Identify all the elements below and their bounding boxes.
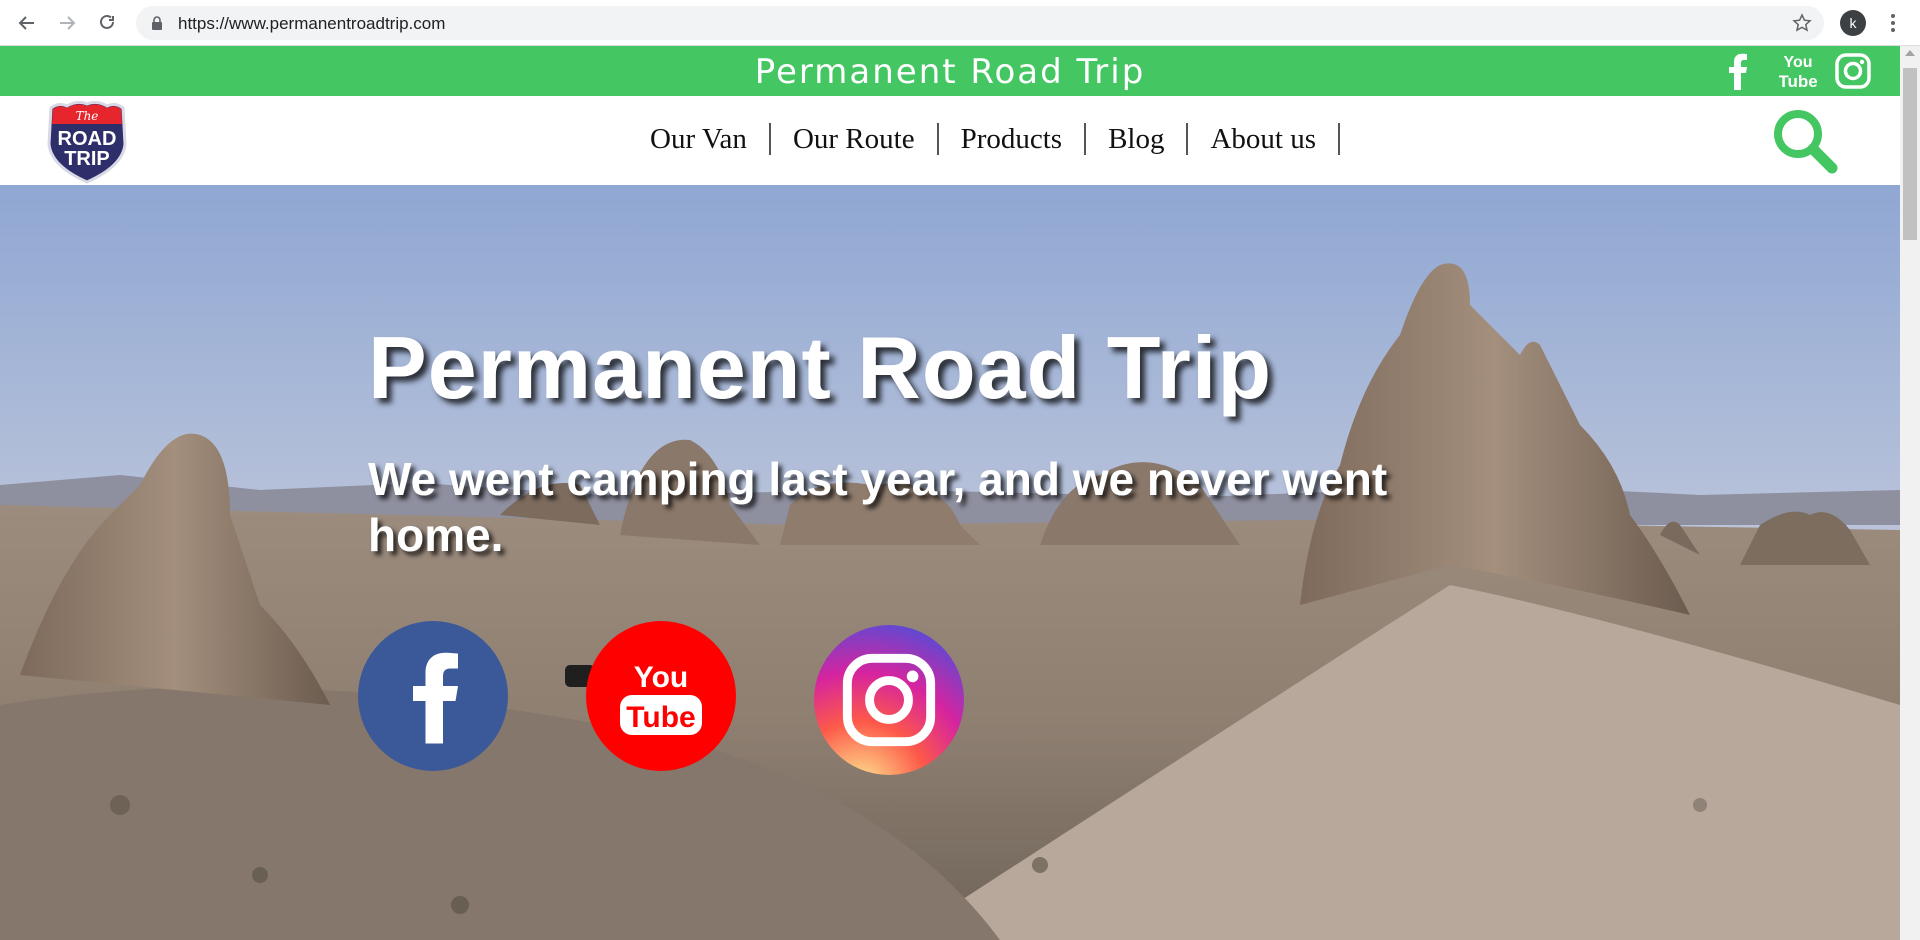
topbar-title: Permanent Road Trip [754,52,1146,92]
main-nav: Our Van Our Route Products Blog About us [628,118,1341,160]
instagram-icon[interactable] [814,625,964,775]
logo-top-text: The [76,109,99,123]
scroll-up-arrow-icon[interactable] [1905,50,1915,56]
hero-section: Permanent Road Trip We went camping last… [0,185,1900,940]
forward-icon[interactable] [54,10,80,36]
address-bar[interactable]: https://www.permanentroadtrip.com [136,6,1824,40]
svg-text:Tube: Tube [1779,72,1817,91]
site-header: The ROAD TRIP Our Van Our Route Products… [0,96,1900,185]
browser-menu-icon[interactable] [1886,11,1900,35]
page-scrollbar[interactable] [1900,46,1920,940]
svg-text:You: You [1783,54,1812,71]
youtube-tube-text: Tube [626,701,695,734]
back-icon[interactable] [14,10,40,36]
bookmark-star-icon[interactable] [1792,13,1812,33]
nav-our-route[interactable]: Our Route [771,123,939,155]
youtube-icon[interactable]: You Tube [1778,52,1818,91]
road-trip-logo[interactable]: The ROAD TRIP [45,100,129,184]
nav-blog[interactable]: Blog [1086,123,1189,155]
hero-title: Permanent Road Trip [368,318,1273,417]
nav-about-us[interactable]: About us [1188,123,1341,155]
url-text[interactable]: https://www.permanentroadtrip.com [178,14,445,34]
search-icon[interactable] [1770,106,1840,176]
nav-products[interactable]: Products [939,123,1087,155]
profile-avatar[interactable]: k [1840,10,1866,36]
hero-tagline: We went camping last year, and we never … [368,453,1388,561]
logo-line1: ROAD [58,128,117,150]
facebook-icon[interactable] [1722,52,1752,90]
browser-toolbar: https://www.permanentroadtrip.com k [0,0,1920,46]
page-viewport: Permanent Road Trip You Tube The ROAD TR… [0,46,1900,940]
lock-icon [152,16,162,30]
youtube-icon[interactable]: You Tube [586,621,736,771]
top-bar: Permanent Road Trip You Tube [0,46,1900,96]
logo-line2: TRIP [64,148,110,170]
youtube-you-text: You [634,661,688,694]
facebook-icon[interactable] [358,621,508,771]
instagram-icon[interactable] [1834,52,1872,90]
reload-icon[interactable] [94,10,120,36]
nav-our-van[interactable]: Our Van [628,123,771,155]
scroll-thumb[interactable] [1903,68,1917,240]
